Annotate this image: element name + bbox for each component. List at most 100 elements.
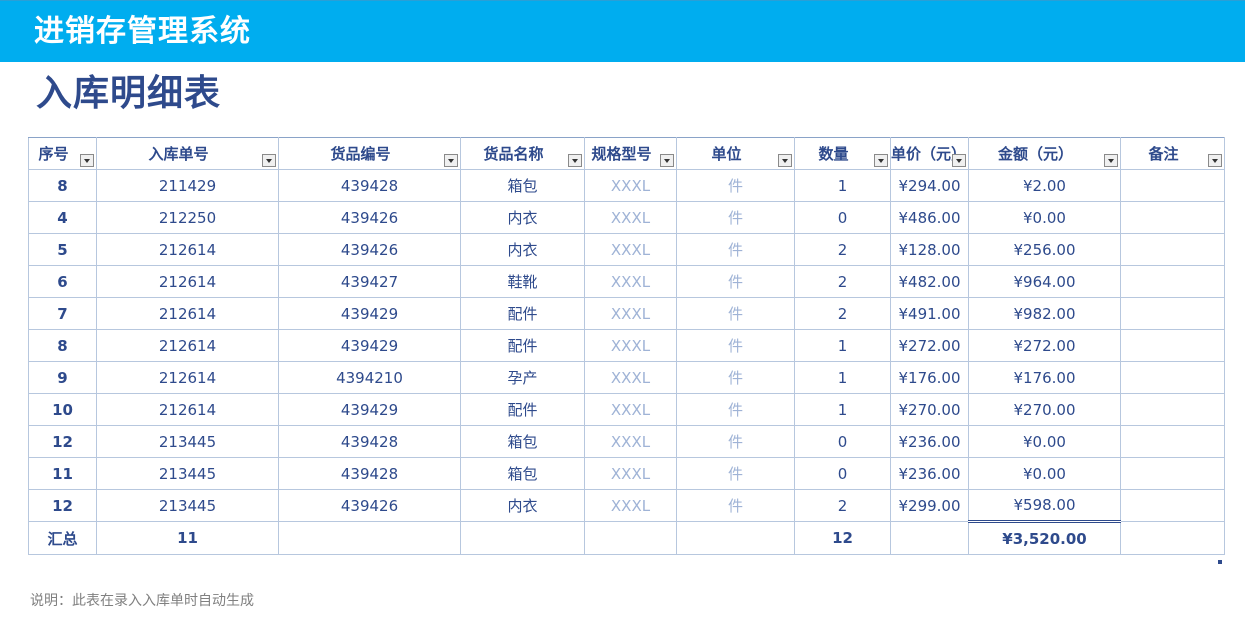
cell-col-qty[interactable]: 2 bbox=[794, 233, 891, 266]
cell-col-spec[interactable]: XXXL bbox=[584, 201, 677, 234]
cell-col-remark[interactable] bbox=[1120, 169, 1225, 202]
cell-col-inbound-no[interactable]: 212614 bbox=[96, 297, 279, 330]
total-col-amount[interactable]: ¥3,520.00 bbox=[968, 520, 1121, 555]
cell-col-inbound-no[interactable]: 213445 bbox=[96, 489, 279, 522]
cell-col-item-name[interactable]: 内衣 bbox=[460, 489, 585, 522]
cell-col-item-code[interactable]: 4394210 bbox=[278, 361, 461, 394]
cell-col-unit[interactable]: 件 bbox=[676, 169, 795, 202]
cell-col-amount[interactable]: ¥272.00 bbox=[968, 329, 1121, 362]
cell-col-spec[interactable]: XXXL bbox=[584, 457, 677, 490]
total-col-spec[interactable] bbox=[584, 521, 677, 555]
cell-col-inbound-no[interactable]: 212614 bbox=[96, 233, 279, 266]
cell-col-unit-price[interactable]: ¥482.00 bbox=[890, 265, 969, 298]
cell-col-amount[interactable]: ¥0.00 bbox=[968, 425, 1121, 458]
cell-col-qty[interactable]: 1 bbox=[794, 393, 891, 426]
cell-col-item-name[interactable]: 鞋靴 bbox=[460, 265, 585, 298]
cell-col-unit-price[interactable]: ¥236.00 bbox=[890, 425, 969, 458]
cell-col-remark[interactable] bbox=[1120, 201, 1225, 234]
cell-col-unit[interactable]: 件 bbox=[676, 233, 795, 266]
cell-col-spec[interactable]: XXXL bbox=[584, 169, 677, 202]
filter-dropdown-icon[interactable] bbox=[444, 154, 458, 167]
cell-col-item-code[interactable]: 439429 bbox=[278, 393, 461, 426]
cell-col-unit[interactable]: 件 bbox=[676, 457, 795, 490]
cell-col-seq[interactable]: 10 bbox=[28, 393, 97, 426]
cell-col-qty[interactable]: 1 bbox=[794, 169, 891, 202]
cell-col-unit-price[interactable]: ¥486.00 bbox=[890, 201, 969, 234]
cell-col-amount[interactable]: ¥598.00 bbox=[968, 489, 1121, 522]
cell-col-spec[interactable]: XXXL bbox=[584, 265, 677, 298]
cell-col-seq[interactable]: 4 bbox=[28, 201, 97, 234]
cell-col-seq[interactable]: 8 bbox=[28, 329, 97, 362]
cell-col-spec[interactable]: XXXL bbox=[584, 361, 677, 394]
cell-col-amount[interactable]: ¥270.00 bbox=[968, 393, 1121, 426]
total-col-inbound-no[interactable]: 11 bbox=[96, 521, 279, 555]
total-col-remark[interactable] bbox=[1120, 521, 1225, 555]
cell-col-item-name[interactable]: 孕产 bbox=[460, 361, 585, 394]
cell-col-unit[interactable]: 件 bbox=[676, 425, 795, 458]
cell-col-unit[interactable]: 件 bbox=[676, 361, 795, 394]
cell-col-remark[interactable] bbox=[1120, 361, 1225, 394]
cell-col-seq[interactable]: 5 bbox=[28, 233, 97, 266]
cell-col-item-code[interactable]: 439428 bbox=[278, 457, 461, 490]
cell-col-unit-price[interactable]: ¥299.00 bbox=[890, 489, 969, 522]
cell-col-item-code[interactable]: 439427 bbox=[278, 265, 461, 298]
cell-col-inbound-no[interactable]: 213445 bbox=[96, 425, 279, 458]
filter-dropdown-icon[interactable] bbox=[80, 154, 94, 167]
cell-col-inbound-no[interactable]: 212614 bbox=[96, 329, 279, 362]
cell-col-seq[interactable]: 12 bbox=[28, 489, 97, 522]
cell-col-qty[interactable]: 0 bbox=[794, 425, 891, 458]
cell-col-spec[interactable]: XXXL bbox=[584, 489, 677, 522]
cell-col-item-code[interactable]: 439429 bbox=[278, 329, 461, 362]
cell-col-inbound-no[interactable]: 212250 bbox=[96, 201, 279, 234]
cell-col-unit-price[interactable]: ¥270.00 bbox=[890, 393, 969, 426]
cell-col-inbound-no[interactable]: 212614 bbox=[96, 265, 279, 298]
cell-col-item-name[interactable]: 配件 bbox=[460, 393, 585, 426]
cell-col-seq[interactable]: 7 bbox=[28, 297, 97, 330]
cell-col-remark[interactable] bbox=[1120, 425, 1225, 458]
cell-col-item-code[interactable]: 439429 bbox=[278, 297, 461, 330]
cell-col-qty[interactable]: 2 bbox=[794, 489, 891, 522]
cell-col-seq[interactable]: 8 bbox=[28, 169, 97, 202]
cell-col-unit-price[interactable]: ¥272.00 bbox=[890, 329, 969, 362]
cell-col-remark[interactable] bbox=[1120, 233, 1225, 266]
cell-col-unit[interactable]: 件 bbox=[676, 489, 795, 522]
total-col-qty[interactable]: 12 bbox=[794, 521, 891, 555]
filter-dropdown-icon[interactable] bbox=[660, 154, 674, 167]
total-col-unit[interactable] bbox=[676, 521, 795, 555]
cell-col-unit-price[interactable]: ¥491.00 bbox=[890, 297, 969, 330]
cell-col-item-code[interactable]: 439426 bbox=[278, 233, 461, 266]
cell-col-unit-price[interactable]: ¥236.00 bbox=[890, 457, 969, 490]
filter-dropdown-icon[interactable] bbox=[1104, 154, 1118, 167]
cell-col-remark[interactable] bbox=[1120, 393, 1225, 426]
cell-col-unit[interactable]: 件 bbox=[676, 297, 795, 330]
cell-col-seq[interactable]: 9 bbox=[28, 361, 97, 394]
cell-col-amount[interactable]: ¥0.00 bbox=[968, 457, 1121, 490]
cell-col-amount[interactable]: ¥2.00 bbox=[968, 169, 1121, 202]
cell-col-remark[interactable] bbox=[1120, 329, 1225, 362]
filter-dropdown-icon[interactable] bbox=[778, 154, 792, 167]
cell-col-item-name[interactable]: 箱包 bbox=[460, 425, 585, 458]
cell-col-qty[interactable]: 1 bbox=[794, 361, 891, 394]
cell-col-unit-price[interactable]: ¥294.00 bbox=[890, 169, 969, 202]
cell-col-item-code[interactable]: 439426 bbox=[278, 489, 461, 522]
filter-dropdown-icon[interactable] bbox=[262, 154, 276, 167]
total-col-item-code[interactable] bbox=[278, 521, 461, 555]
cell-col-item-name[interactable]: 箱包 bbox=[460, 169, 585, 202]
cell-col-item-name[interactable]: 配件 bbox=[460, 329, 585, 362]
cell-col-remark[interactable] bbox=[1120, 265, 1225, 298]
cell-col-qty[interactable]: 2 bbox=[794, 265, 891, 298]
cell-col-unit[interactable]: 件 bbox=[676, 201, 795, 234]
cell-col-item-code[interactable]: 439428 bbox=[278, 169, 461, 202]
cell-col-remark[interactable] bbox=[1120, 489, 1225, 522]
cell-col-qty[interactable]: 0 bbox=[794, 201, 891, 234]
total-col-unit-price[interactable] bbox=[890, 521, 969, 555]
cell-col-item-name[interactable]: 箱包 bbox=[460, 457, 585, 490]
cell-col-amount[interactable]: ¥256.00 bbox=[968, 233, 1121, 266]
cell-col-amount[interactable]: ¥0.00 bbox=[968, 201, 1121, 234]
cell-col-qty[interactable]: 0 bbox=[794, 457, 891, 490]
cell-col-seq[interactable]: 6 bbox=[28, 265, 97, 298]
cell-col-remark[interactable] bbox=[1120, 457, 1225, 490]
cell-col-item-name[interactable]: 内衣 bbox=[460, 233, 585, 266]
total-col-seq[interactable]: 汇总 bbox=[28, 521, 97, 555]
cell-col-unit[interactable]: 件 bbox=[676, 329, 795, 362]
